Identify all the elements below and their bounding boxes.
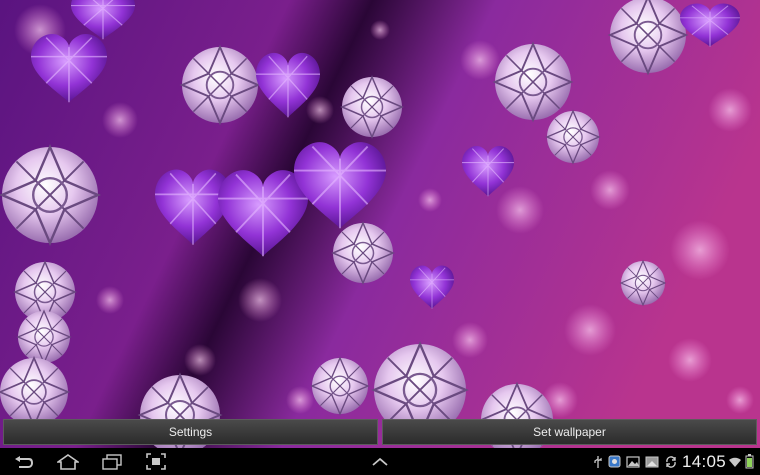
home-icon[interactable] bbox=[54, 451, 82, 472]
image-icon bbox=[645, 456, 659, 468]
status-system-icons bbox=[728, 452, 754, 471]
chevron-up-icon[interactable] bbox=[368, 451, 392, 472]
diamond-wallpaper bbox=[0, 0, 760, 475]
battery-icon bbox=[745, 454, 754, 469]
wallpaper-action-bar: Settings Set wallpaper bbox=[0, 418, 760, 446]
status-clock: 14:05 bbox=[681, 452, 726, 471]
live-wallpaper-preview-screen: Settings Set wallpaper 14:05 bbox=[0, 0, 760, 475]
status-notification-icons bbox=[593, 452, 678, 471]
wifi-icon bbox=[728, 456, 742, 468]
set-wallpaper-button[interactable]: Set wallpaper bbox=[382, 419, 757, 445]
sync-icon bbox=[664, 455, 678, 469]
system-navigation-bar: 14:05 bbox=[0, 448, 760, 475]
gallery-icon bbox=[626, 455, 640, 468]
notification-app-icon bbox=[608, 455, 621, 468]
usb-icon bbox=[593, 455, 603, 469]
screenshot-icon[interactable] bbox=[143, 451, 169, 472]
back-arrow-icon[interactable] bbox=[10, 451, 38, 472]
settings-button[interactable]: Settings bbox=[3, 419, 378, 445]
recent-apps-icon[interactable] bbox=[98, 451, 126, 472]
